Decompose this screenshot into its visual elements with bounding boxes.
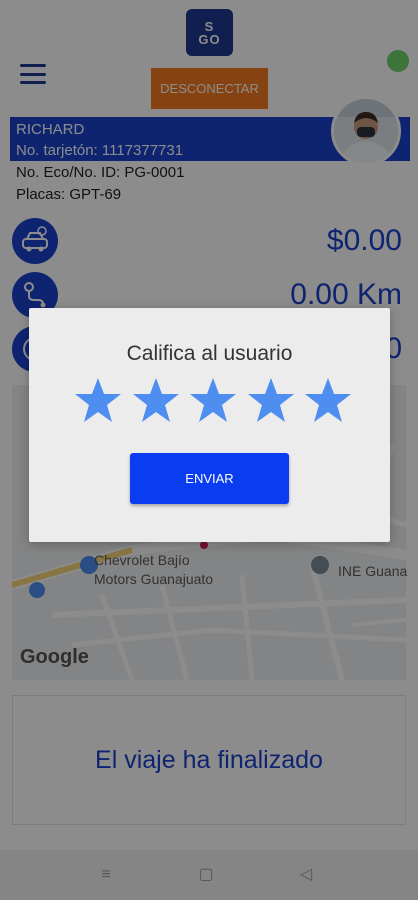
star-icon[interactable]: [303, 376, 353, 426]
dialog-title: Califica al usuario: [126, 342, 293, 365]
star-icon[interactable]: [73, 376, 123, 426]
star-icon[interactable]: [188, 376, 238, 426]
send-button[interactable]: ENVIAR: [130, 453, 289, 504]
rating-dialog: Califica al usuario ENVIAR: [29, 308, 390, 542]
star-icon[interactable]: [246, 376, 296, 426]
rating-stars: [73, 376, 353, 426]
star-icon[interactable]: [131, 376, 181, 426]
